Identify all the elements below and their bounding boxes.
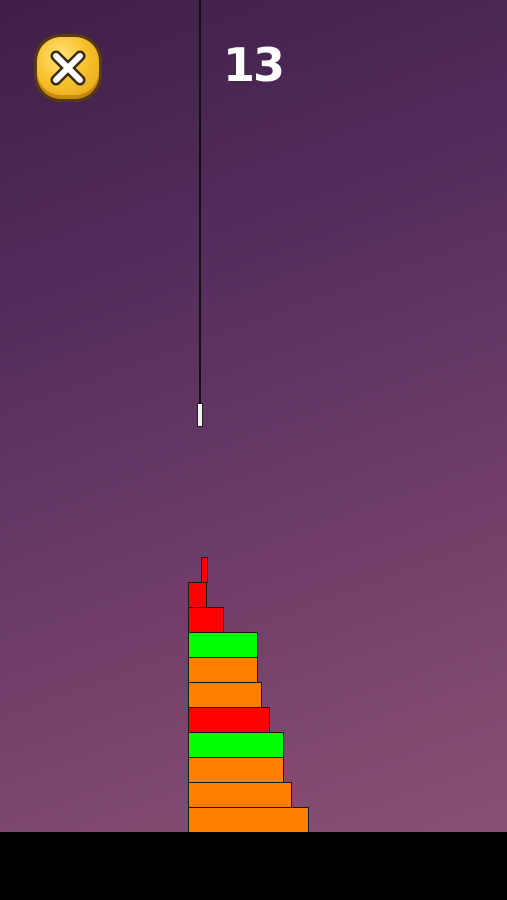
ground bbox=[0, 832, 507, 900]
close-button[interactable] bbox=[37, 37, 99, 99]
tower-block-red bbox=[188, 582, 207, 608]
tower-block-green bbox=[188, 732, 284, 758]
tower-block-green bbox=[188, 632, 258, 658]
tower-block-red bbox=[188, 707, 270, 733]
tower-block-orange bbox=[188, 807, 309, 833]
game-scene[interactable]: 13 bbox=[0, 0, 507, 900]
tower-block-orange bbox=[188, 782, 292, 808]
tower-block-orange bbox=[188, 657, 258, 683]
tower-block-orange bbox=[188, 757, 284, 783]
tower-block-orange bbox=[188, 682, 262, 708]
tower-block-red bbox=[201, 557, 208, 583]
hanging-block bbox=[197, 403, 203, 427]
close-x-icon bbox=[50, 50, 86, 86]
score-counter: 13 bbox=[222, 38, 285, 92]
tower-block-red bbox=[188, 607, 224, 633]
crane-rope bbox=[199, 0, 201, 404]
